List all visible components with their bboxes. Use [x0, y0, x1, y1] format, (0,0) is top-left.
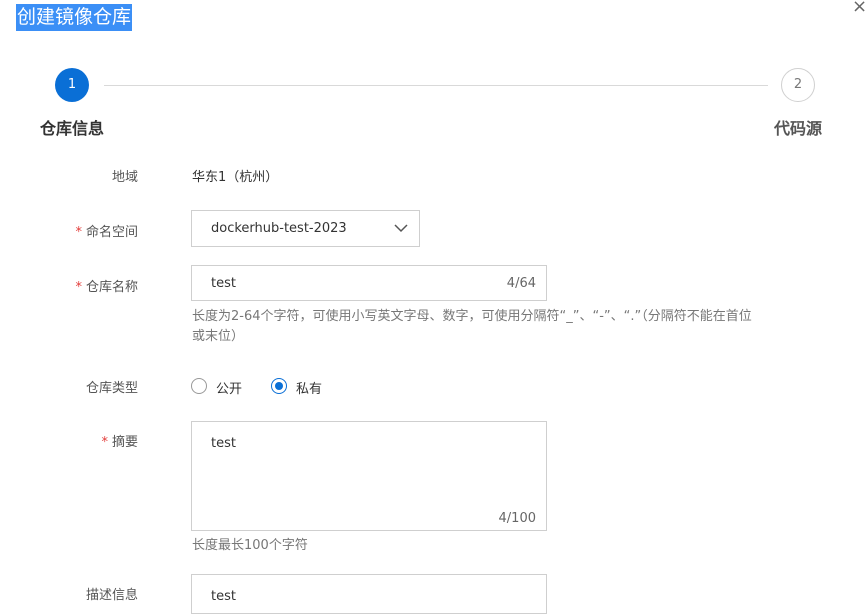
region-label: 地域	[111, 170, 138, 185]
close-icon[interactable]: ×	[852, 0, 865, 16]
radio-private-label: 私有	[296, 382, 323, 397]
required-mark: *	[101, 435, 108, 450]
repo-name-char-count: 4/64	[506, 276, 536, 291]
namespace-select[interactable]: dockerhub-test-2023	[191, 210, 420, 247]
radio-private-circle[interactable]	[271, 378, 287, 394]
region-value: 华东1（杭州）	[192, 170, 279, 185]
summary-value: test	[211, 436, 236, 451]
repo-name-value: test	[211, 276, 236, 291]
repo-name-hint-line1: 长度为2-64个字符，可使用小写英文字母、数字，可使用分隔符“_”、“-”、“.…	[192, 309, 752, 324]
step-connector-line	[104, 85, 768, 86]
summary-label: * 摘要	[101, 435, 138, 450]
repo-type-label: 仓库类型	[85, 381, 138, 396]
chevron-down-icon	[394, 224, 408, 233]
description-textarea[interactable]: test	[191, 574, 547, 614]
step-2-label: 代码源	[774, 119, 823, 138]
required-mark: *	[75, 280, 82, 295]
description-label: 描述信息	[85, 588, 138, 603]
namespace-label: * 命名空间	[75, 225, 138, 240]
required-mark: *	[75, 225, 82, 240]
step-2-indicator: 2	[781, 68, 815, 102]
step-1-label: 仓库信息	[40, 119, 105, 138]
repo-name-label: * 仓库名称	[75, 280, 138, 295]
dialog-title: 创建镜像仓库	[16, 4, 133, 31]
description-value: test	[211, 589, 236, 604]
radio-public-label: 公开	[216, 382, 243, 397]
repo-name-input[interactable]: test 4/64	[191, 265, 547, 301]
summary-hint: 长度最长100个字符	[192, 538, 308, 553]
repo-name-hint-line2: 或末位）	[192, 329, 245, 344]
radio-public-circle[interactable]	[191, 378, 207, 394]
summary-textarea[interactable]: test 4/100	[191, 421, 547, 531]
namespace-selected-value: dockerhub-test-2023	[211, 221, 347, 236]
step-1-indicator: 1	[55, 68, 89, 102]
summary-char-count: 4/100	[498, 511, 536, 526]
